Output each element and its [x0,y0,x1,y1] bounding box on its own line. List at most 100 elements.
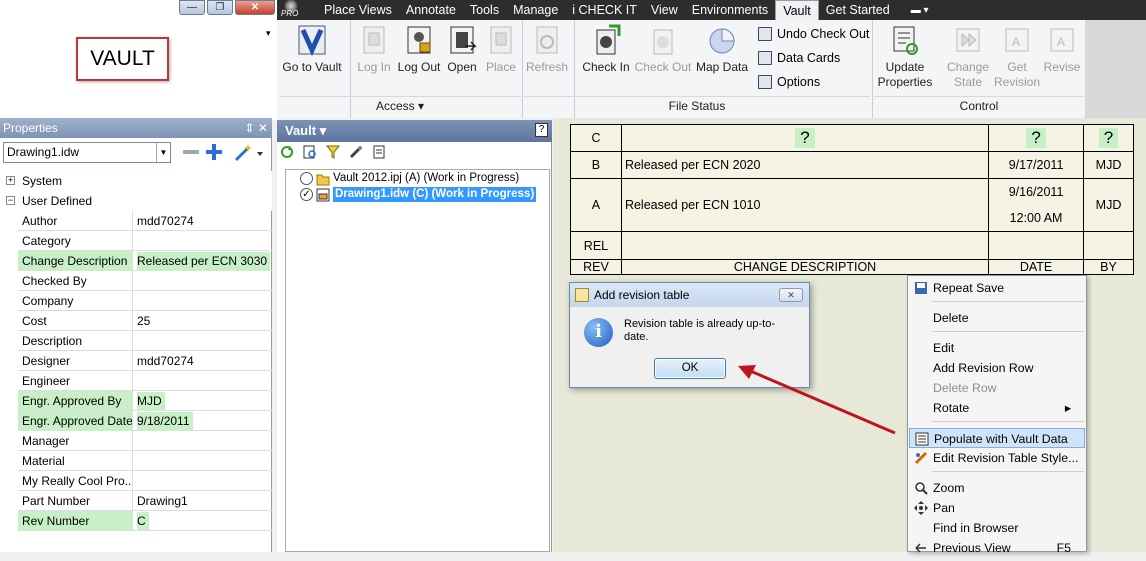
tab-vault[interactable]: Vault [775,0,819,20]
property-value[interactable] [133,371,272,390]
property-value[interactable]: MJD [133,391,272,410]
log-in-button[interactable]: Log In [352,24,396,75]
property-row[interactable]: Engr. Approved By MJD [18,391,272,411]
help-icon[interactable]: ? [535,123,548,137]
menu-item-pan[interactable]: Pan [909,498,1085,518]
property-value[interactable]: Released per ECN 3030 [133,251,272,270]
property-value[interactable]: mdd70274 [133,351,272,370]
check-out-button[interactable]: Check Out [632,24,694,75]
property-row[interactable]: Company [18,291,272,311]
revision-row-c[interactable]: C ? ? ? [570,124,1134,152]
tools-icon[interactable] [349,145,363,159]
tab-environments[interactable]: Environments [685,0,775,20]
properties-panel-controls[interactable]: ⇕ ✕ [245,118,268,138]
property-row[interactable]: Description [18,331,272,351]
menu-item-edit[interactable]: Edit [909,338,1085,358]
property-value[interactable]: mdd70274 [133,211,272,230]
menu-item-find-in-browser[interactable]: Find in Browser [909,518,1085,538]
property-row[interactable]: Author mdd70274 [18,211,272,231]
menu-item-repeat-save[interactable]: Repeat Save [909,278,1085,298]
open-button[interactable]: Open [442,24,482,75]
close-window-button[interactable]: ✕ [234,0,275,15]
property-row[interactable]: My Really Cool Pro... [18,471,272,491]
tab-view[interactable]: View [644,0,685,20]
collapse-icon[interactable]: − [6,196,15,205]
scroll-down-icon[interactable]: ▾ [266,28,276,40]
property-value[interactable] [133,271,272,290]
refresh-button[interactable]: Refresh [524,24,570,75]
vault-item-drawing[interactable]: ✓ Drawing1.idw (C) (Work in Progress) [300,187,537,202]
magic-wand-icon[interactable] [233,142,265,162]
menu-item-add-revision-row[interactable]: Add Revision Row [909,358,1085,378]
revision-row-rel[interactable]: REL [570,231,1134,260]
place-button[interactable]: Place [482,24,520,75]
property-value[interactable] [133,331,272,350]
map-data-button[interactable]: Map Data [694,24,750,75]
revision-row-a[interactable]: A Released per ECN 1010 9/16/2011 12:00 A… [570,178,1134,232]
vault-browser-header[interactable]: Vault ▾ [277,120,552,142]
property-value[interactable]: 25 [133,311,272,330]
document-icon[interactable] [372,145,386,159]
menu-item-rotate[interactable]: Rotate ▸ [909,398,1085,418]
property-value[interactable] [133,431,272,450]
maximize-button[interactable]: ❐ [206,0,233,15]
get-revision-button[interactable]: A Get Revision [994,24,1040,90]
property-value[interactable] [133,451,272,470]
group-access-label[interactable]: Access ▾ [279,96,521,114]
tab-annotate[interactable]: Annotate [399,0,463,20]
update-properties-button[interactable]: Update Properties [874,24,936,90]
property-value[interactable]: Drawing1 [133,491,272,510]
dialog-close-button[interactable]: ✕ [779,288,803,302]
property-value[interactable] [133,291,272,310]
app-pro-badge[interactable]: PRO [277,0,317,20]
log-out-button[interactable]: Log Out [396,24,442,75]
property-row[interactable]: Manager [18,431,272,451]
undo-check-out-button[interactable]: Undo Check Out [758,27,869,41]
menu-item-delete-row[interactable]: Delete Row [909,378,1085,398]
property-row[interactable]: Cost 25 [18,311,272,331]
tab-manage[interactable]: Manage [506,0,565,20]
dialog-titlebar[interactable]: Add revision table ✕ [570,283,809,307]
add-property-icon[interactable] [204,142,224,162]
property-row[interactable]: Checked By [18,271,272,291]
property-value[interactable]: C [133,511,272,530]
property-value[interactable] [133,231,272,250]
refresh-icon[interactable] [280,145,294,159]
menu-item-delete[interactable]: Delete [909,308,1085,328]
menu-item-previous-view[interactable]: Previous View F5 [909,538,1085,558]
chevron-down-icon[interactable]: ▼ [156,143,170,162]
ok-button[interactable]: OK [654,358,726,379]
property-row[interactable]: Engr. Approved Date 9/18/2011 [18,411,272,431]
ribbon-options-icon[interactable]: ▬ ▾ [911,5,929,16]
revision-row-b[interactable]: B Released per ECN 2020 9/17/2011 MJD [570,151,1134,179]
menu-item-zoom[interactable]: Zoom [909,478,1085,498]
property-row[interactable]: Change Description Released per ECN 3030 [18,251,272,271]
minimize-button[interactable]: — [179,0,205,15]
filter-icon[interactable] [325,145,341,159]
vault-item-project[interactable]: Vault 2012.ipj (A) (Work in Progress) [300,171,519,186]
go-to-vault-button[interactable]: Go to Vault [279,24,345,75]
group-user-defined[interactable]: − User Defined [0,191,272,211]
property-row[interactable]: Rev Number C [18,511,272,531]
check-in-button[interactable]: Check In [580,24,632,75]
tab-place-views[interactable]: Place Views [317,0,399,20]
property-row[interactable]: Material [18,451,272,471]
tab-get-started[interactable]: Get Started [819,0,897,20]
data-cards-button[interactable]: Data Cards [758,51,840,65]
tab-i-check-it[interactable]: i CHECK IT [565,0,644,20]
options-button[interactable]: Options [758,75,820,89]
property-row[interactable]: Engineer [18,371,272,391]
property-row[interactable]: Designer mdd70274 [18,351,272,371]
revise-button[interactable]: A Revise [1040,24,1084,75]
property-value[interactable] [133,471,272,490]
group-system[interactable]: + System [0,171,272,191]
menu-item-populate-with-vault-data[interactable]: Populate with Vault Data [909,428,1085,448]
search-icon[interactable] [303,145,317,159]
property-row[interactable]: Part Number Drawing1 [18,491,272,511]
property-value[interactable]: 9/18/2011 [133,411,272,430]
remove-property-icon[interactable] [181,143,201,161]
property-row[interactable]: Category [18,231,272,251]
tab-tools[interactable]: Tools [463,0,506,20]
change-state-button[interactable]: Change State [942,24,994,90]
menu-item-edit-revision-table-style[interactable]: Edit Revision Table Style... [909,448,1085,468]
